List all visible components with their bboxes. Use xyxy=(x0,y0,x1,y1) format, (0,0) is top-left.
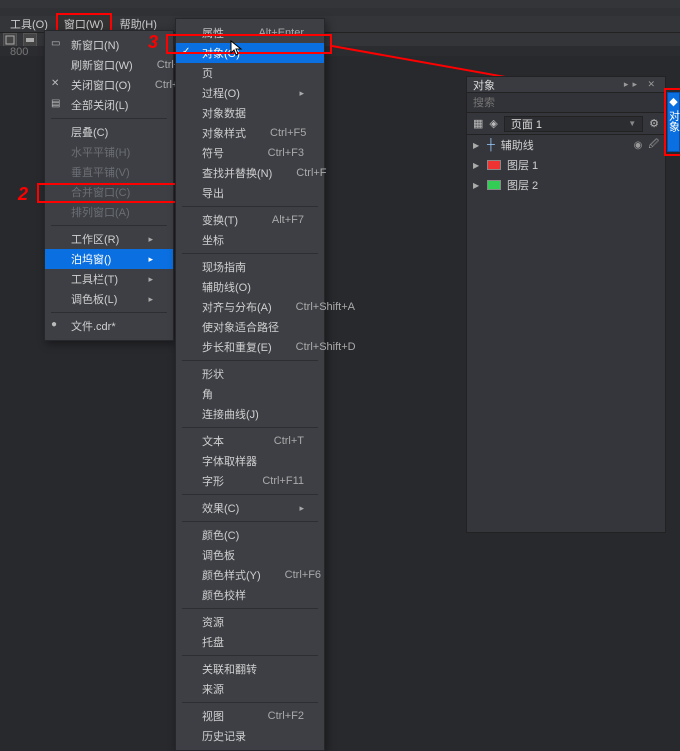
closeall-icon: ▤ xyxy=(51,98,60,109)
mi-fit-path[interactable]: 使对象适合路径 xyxy=(176,317,324,337)
mi-tile-h[interactable]: 水平平铺(H) xyxy=(45,142,173,162)
eye-icon[interactable]: ◉ xyxy=(634,140,643,151)
window-icon: ▭ xyxy=(51,38,60,49)
mi-palettes[interactable]: 调色板(L)▸ xyxy=(45,289,173,309)
docker-controls[interactable]: ▸▸ ✕ xyxy=(624,79,659,90)
mi-process[interactable]: 过程(O)▸ xyxy=(176,83,324,103)
layer-guides[interactable]: ▶ ┼ 辅助线 ◉ 🖉 xyxy=(467,135,665,155)
mi-step-repeat[interactable]: 步长和重复(E)Ctrl+Shift+D xyxy=(176,337,324,357)
gear-icon[interactable]: ⚙ xyxy=(649,117,659,130)
color-swatch xyxy=(487,180,501,190)
chevron-right-icon: ▸ xyxy=(124,254,153,265)
mi-toolbars[interactable]: 工具栏(T)▸ xyxy=(45,269,173,289)
layer-label: 图层 1 xyxy=(507,157,538,173)
toolbar-btn-2[interactable] xyxy=(23,33,37,47)
search-input[interactable] xyxy=(473,97,659,109)
mi-color-proof[interactable]: 颜色校样 xyxy=(176,585,324,605)
mi-tile-v[interactable]: 垂直平铺(V) xyxy=(45,162,173,182)
chevron-right-icon: ▸ xyxy=(275,88,304,99)
annotation-number-3: 3 xyxy=(148,32,158,53)
mi-export[interactable]: 导出 xyxy=(176,183,324,203)
mi-workspace[interactable]: 工作区(R)▸ xyxy=(45,229,173,249)
layer-2[interactable]: ▶ 图层 2 xyxy=(467,175,665,195)
annotation-box-2 xyxy=(37,183,179,203)
mi-conn-curve[interactable]: 连接曲线(J) xyxy=(176,404,324,424)
chevron-right-icon: ▸ xyxy=(124,274,153,285)
annotation-number-2: 2 xyxy=(18,184,28,205)
expand-icon[interactable]: ▶ xyxy=(473,141,481,150)
mi-history[interactable]: 历史记录 xyxy=(176,726,324,746)
mi-page[interactable]: 页 xyxy=(176,63,324,83)
mi-symbols[interactable]: 符号Ctrl+F3 xyxy=(176,143,324,163)
mi-palette-b[interactable]: 调色板 xyxy=(176,545,324,565)
mi-text[interactable]: 文本Ctrl+T xyxy=(176,431,324,451)
mi-obj-styles[interactable]: 对象样式Ctrl+F5 xyxy=(176,123,324,143)
expand-icon[interactable]: ▶ xyxy=(473,181,481,190)
mi-align-dist[interactable]: 对齐与分布(A)Ctrl+Shift+A xyxy=(176,297,324,317)
docker-toolbar: ▦ ◈ 页面 1▼ ⚙ xyxy=(467,113,665,135)
guides-icon: ┼ xyxy=(487,139,495,151)
chevron-right-icon: ▸ xyxy=(124,234,153,245)
mi-effects[interactable]: 效果(C)▸ xyxy=(176,498,324,518)
page-icon[interactable]: ▦ xyxy=(473,117,483,130)
mi-obj-data[interactable]: 对象数据 xyxy=(176,103,324,123)
annotation-box-dock xyxy=(664,88,680,156)
color-swatch xyxy=(487,160,501,170)
mi-cascade[interactable]: 层叠(C) xyxy=(45,122,173,142)
mi-colors[interactable]: 颜色(C) xyxy=(176,525,324,545)
docker-search xyxy=(467,93,665,113)
page-select[interactable]: 页面 1▼ xyxy=(504,116,643,132)
mi-coords[interactable]: 坐标 xyxy=(176,230,324,250)
lock-icon[interactable]: 🖉 xyxy=(648,137,659,154)
close-icon: ✕ xyxy=(51,78,59,89)
objects-docker: 对象 ▸▸ ✕ ▦ ◈ 页面 1▼ ⚙ ▶ ┼ 辅助线 ◉ 🖉 ▶ 图层 1 ▶… xyxy=(466,76,666,533)
dockers-submenu: 属性Alt+Enter ✓对象(O) 页 过程(O)▸ 对象数据 对象样式Ctr… xyxy=(175,18,325,751)
mi-tray[interactable]: 托盘 xyxy=(176,632,324,652)
mi-link-mgr[interactable]: 关联和翻转 xyxy=(176,659,324,679)
mi-glyph-sampler[interactable]: 字体取样器 xyxy=(176,451,324,471)
mi-shape[interactable]: 形状 xyxy=(176,364,324,384)
mi-find-replace[interactable]: 查找并替换(N)Ctrl+F xyxy=(176,163,324,183)
chevron-right-icon: ▸ xyxy=(124,294,153,305)
mi-close-window[interactable]: ✕关闭窗口(O)Ctrl+F4 xyxy=(45,75,173,95)
annotation-box-3 xyxy=(166,34,332,54)
mi-doc[interactable]: ●文件.cdr* xyxy=(45,316,173,336)
mi-transform[interactable]: 变换(T)Alt+F7 xyxy=(176,210,324,230)
docker-title[interactable]: 对象 xyxy=(473,77,495,93)
mi-refresh-window[interactable]: 刷新窗口(W)Ctrl+W xyxy=(45,55,173,75)
mi-assets[interactable]: 资源 xyxy=(176,612,324,632)
mi-source[interactable]: 来源 xyxy=(176,679,324,699)
mi-views[interactable]: 视图Ctrl+F2 xyxy=(176,706,324,726)
layer-label: 辅助线 xyxy=(501,137,534,153)
mi-field-guide[interactable]: 现场指南 xyxy=(176,257,324,277)
layer-1[interactable]: ▶ 图层 1 xyxy=(467,155,665,175)
mi-glyph[interactable]: 字形Ctrl+F11 xyxy=(176,471,324,491)
mi-color-styles[interactable]: 颜色样式(Y)Ctrl+F6 xyxy=(176,565,324,585)
expand-icon[interactable]: ▶ xyxy=(473,161,481,170)
layers-icon[interactable]: ◈ xyxy=(489,117,497,130)
docker-tab-bar: 对象 ▸▸ ✕ xyxy=(467,77,665,93)
mi-dockers[interactable]: 泊坞窗()▸ xyxy=(45,249,173,269)
chevron-right-icon: ▸ xyxy=(275,503,304,514)
mi-corner[interactable]: 角 xyxy=(176,384,324,404)
bullet-icon: ● xyxy=(51,319,57,330)
mi-close-all[interactable]: ▤全部关闭(L) xyxy=(45,95,173,115)
layer-label: 图层 2 xyxy=(507,177,538,193)
mi-arrange-win[interactable]: 排列窗口(A) xyxy=(45,202,173,222)
mi-guides[interactable]: 辅助线(O) xyxy=(176,277,324,297)
chevron-down-icon: ▼ xyxy=(628,119,636,128)
toolbar-btn-1[interactable] xyxy=(3,33,17,47)
